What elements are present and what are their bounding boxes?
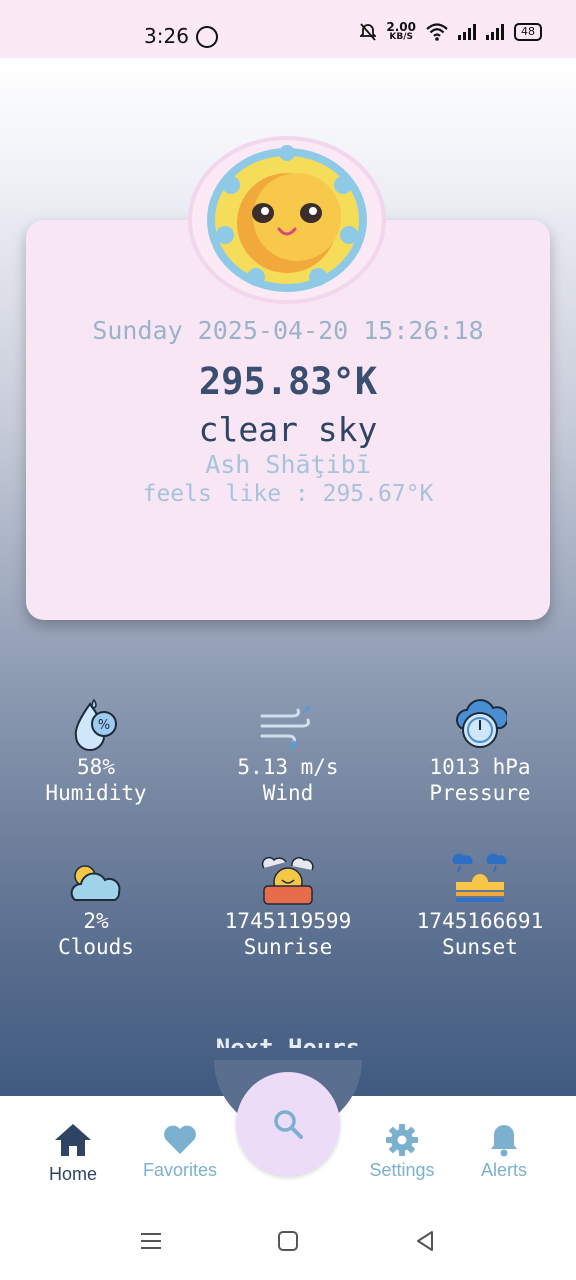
- nav-alerts-label: Alerts: [480, 1160, 527, 1180]
- feels-like: feels like : 295.67°K: [142, 481, 434, 507]
- stat-clouds-value: 2%: [83, 909, 109, 933]
- home-square-icon[interactable]: [277, 1230, 299, 1252]
- network-speed: 2.00 KB/S: [386, 20, 416, 42]
- stat-sunset-value: 1745166691: [416, 909, 544, 933]
- city-name: Ash Shāţibī: [205, 450, 371, 479]
- nav-settings[interactable]: Settings: [347, 1120, 457, 1181]
- nav-alerts[interactable]: Alerts: [449, 1120, 559, 1181]
- nav-favorites[interactable]: Favorites: [125, 1120, 235, 1181]
- svg-text:%: %: [98, 718, 110, 733]
- heart-icon: [164, 1125, 196, 1154]
- menu-icon[interactable]: [140, 1230, 162, 1252]
- wifi-icon: [426, 23, 448, 41]
- battery-indicator: 48: [514, 23, 542, 41]
- stat-sunset: 1745166691 Sunset: [390, 850, 570, 960]
- stat-clouds-label: Clouds: [58, 935, 134, 959]
- stat-pressure: 1013 hPa Pressure: [390, 696, 570, 806]
- mute-bell-icon: [360, 23, 377, 41]
- sunset-icon: [452, 853, 507, 902]
- search-icon: [274, 1110, 303, 1139]
- sun-icon: [207, 145, 367, 292]
- stat-humidity-value: 58%: [77, 755, 115, 779]
- stat-sunrise-label: Sunrise: [243, 935, 333, 959]
- nav-settings-label: Settings: [369, 1160, 435, 1180]
- stat-sunrise: 1745119599 Sunrise: [198, 850, 378, 960]
- search-button[interactable]: [236, 1072, 340, 1176]
- bell-icon: [491, 1125, 517, 1157]
- sunrise-icon: [261, 856, 314, 905]
- clouds-icon: [70, 865, 121, 901]
- weather-datetime: Sunday 2025-04-20 15:26:18: [92, 316, 484, 345]
- next-hours-title: Next Hours: [215, 1034, 361, 1048]
- stat-humidity: % 58% Humidity: [6, 696, 186, 806]
- signal-icon-2: [486, 24, 504, 40]
- back-icon[interactable]: [414, 1230, 436, 1252]
- nav-home[interactable]: Home: [18, 1120, 128, 1185]
- temperature: 295.83°K: [198, 360, 378, 403]
- nav-favorites-label: Favorites: [142, 1160, 218, 1180]
- pressure-icon: [456, 699, 507, 748]
- stat-pressure-label: Pressure: [429, 781, 531, 805]
- stat-wind: 5.13 m/s Wind: [198, 696, 378, 806]
- stat-wind-value: 5.13 m/s: [237, 755, 339, 779]
- status-time: 3:26: [144, 24, 189, 48]
- stat-pressure-value: 1013 hPa: [429, 755, 531, 779]
- nav-home-label: Home: [48, 1164, 97, 1184]
- signal-icon: [458, 24, 476, 40]
- stat-sunrise-value: 1745119599: [224, 909, 352, 933]
- weather-avatar: [192, 140, 382, 300]
- stat-wind-label: Wind: [262, 781, 314, 805]
- network-speed-value: 2.00: [386, 20, 416, 34]
- wind-icon: [260, 704, 310, 750]
- humidity-icon: %: [74, 698, 117, 751]
- stat-clouds: 2% Clouds: [6, 850, 186, 960]
- home-icon: [55, 1124, 91, 1156]
- weather-description: clear sky: [198, 410, 378, 449]
- whatsapp-icon: [196, 26, 218, 48]
- stat-sunset-label: Sunset: [442, 935, 518, 959]
- stat-humidity-label: Humidity: [45, 781, 147, 805]
- network-speed-unit: KB/S: [389, 32, 413, 42]
- gear-icon: [386, 1124, 418, 1156]
